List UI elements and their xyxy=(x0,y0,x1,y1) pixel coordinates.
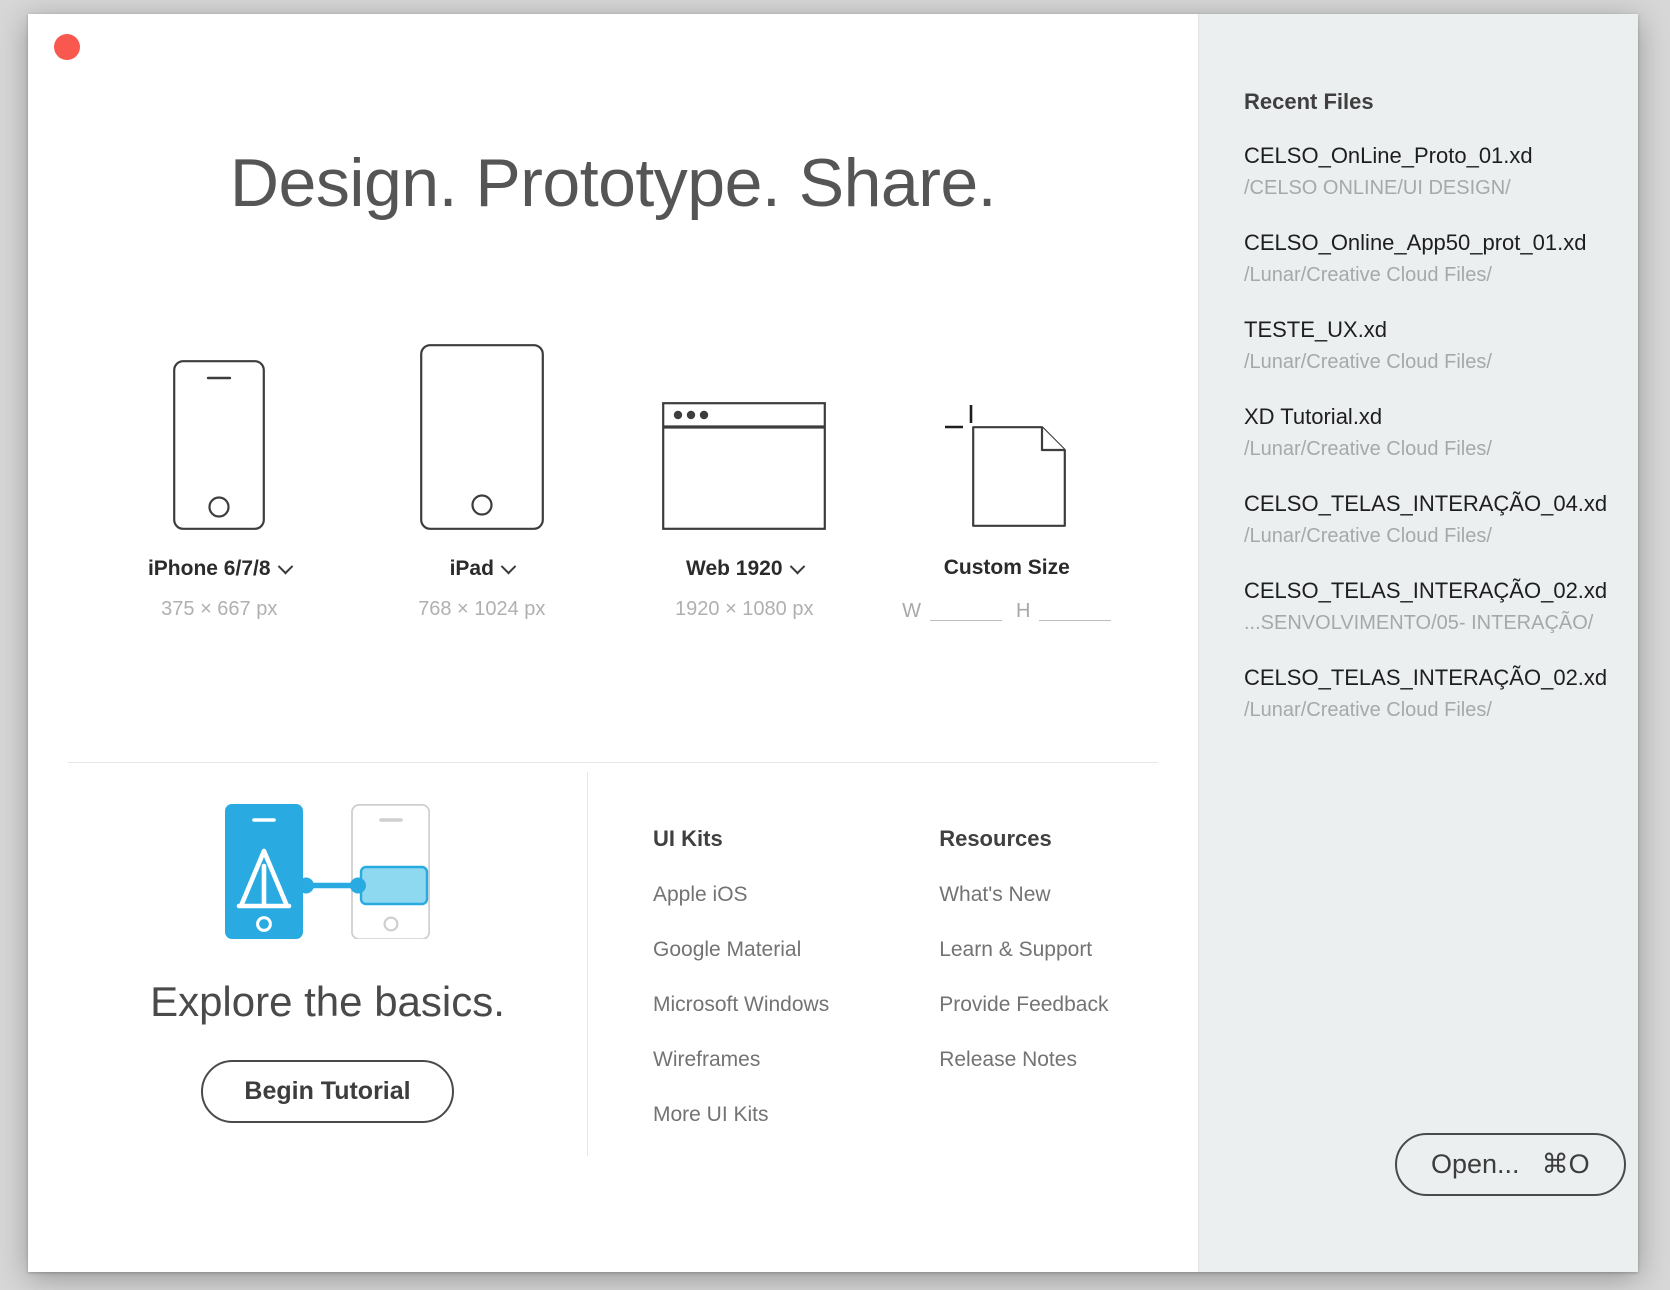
link-wireframes[interactable]: Wireframes xyxy=(653,1048,829,1072)
begin-tutorial-button[interactable]: Begin Tutorial xyxy=(201,1060,454,1123)
recent-file-path: /CELSO ONLINE/UI DESIGN/ xyxy=(1244,177,1511,199)
open-button-shortcut: ⌘O xyxy=(1541,1149,1590,1179)
recent-file-item[interactable]: CELSO_TELAS_INTERAÇÃO_02.xd ...SENVOLVIM… xyxy=(1244,578,1620,635)
preset-web-dims: 1920 × 1080 px xyxy=(675,598,814,620)
link-apple-ios[interactable]: Apple iOS xyxy=(653,883,829,907)
recent-file-name: CELSO_Online_App50_prot_01.xd xyxy=(1244,230,1587,255)
recent-file-name: TESTE_UX.xd xyxy=(1244,317,1388,342)
custom-width-group: W xyxy=(902,595,1002,621)
link-learn-support[interactable]: Learn & Support xyxy=(939,938,1108,962)
chevron-down-icon[interactable] xyxy=(500,558,517,574)
phone-icon xyxy=(173,340,266,530)
recent-file-item[interactable]: XD Tutorial.xd /Lunar/Creative Cloud Fil… xyxy=(1244,404,1620,461)
recent-file-path: /Lunar/Creative Cloud Files/ xyxy=(1244,264,1492,286)
vertical-divider xyxy=(587,772,588,1156)
preset-iphone-name: iPhone 6/7/8 xyxy=(147,557,271,580)
prototype-link-icon xyxy=(225,803,431,944)
preset-ipad[interactable]: iPad 768 × 1024 px xyxy=(351,340,614,621)
preset-web[interactable]: Web 1920 1920 × 1080 px xyxy=(613,340,876,621)
main-pane: Design. Prototype. Share. iPhone 6/7/8 3… xyxy=(28,14,1198,1272)
resources-column: Resources What's New Learn & Support Pro… xyxy=(939,826,1108,1158)
recent-file-item[interactable]: CELSO_TELAS_INTERAÇÃO_02.xd /Lunar/Creat… xyxy=(1244,665,1620,722)
recent-file-path: /Lunar/Creative Cloud Files/ xyxy=(1244,438,1492,460)
recent-files-title: Recent Files xyxy=(1244,89,1374,114)
xd-start-window: Design. Prototype. Share. iPhone 6/7/8 3… xyxy=(28,14,1638,1272)
custom-width-input[interactable] xyxy=(929,595,1002,621)
recent-file-path: ...SENVOLVIMENTO/05- INTERAÇÃO/ xyxy=(1244,612,1594,634)
browser-window-icon xyxy=(662,340,827,530)
link-google-material[interactable]: Google Material xyxy=(653,938,829,962)
custom-size-fields: W H xyxy=(902,595,1112,622)
recent-file-name: CELSO_OnLine_Proto_01.xd xyxy=(1244,143,1533,168)
preset-iphone[interactable]: iPhone 6/7/8 375 × 667 px xyxy=(88,340,351,621)
custom-width-label: W xyxy=(902,600,921,622)
preset-web-name: Web 1920 xyxy=(686,557,783,580)
resources-title: Resources xyxy=(939,826,1052,851)
recent-file-item[interactable]: CELSO_Online_App50_prot_01.xd /Lunar/Cre… xyxy=(1244,230,1620,287)
recent-file-item[interactable]: TESTE_UX.xd /Lunar/Creative Cloud Files/ xyxy=(1244,317,1620,374)
chevron-down-icon[interactable] xyxy=(789,558,805,574)
tutorial-block: Explore the basics. Begin Tutorial xyxy=(68,803,587,1123)
recent-file-name: CELSO_TELAS_INTERAÇÃO_02.xd xyxy=(1244,578,1608,603)
ui-kits-column: UI Kits Apple iOS Google Material Micros… xyxy=(653,826,829,1158)
recent-file-path: /Lunar/Creative Cloud Files/ xyxy=(1244,525,1492,547)
preset-ipad-name: iPad xyxy=(449,557,494,580)
custom-height-group: H xyxy=(1015,595,1112,622)
chevron-down-icon[interactable] xyxy=(277,558,293,574)
recent-file-item[interactable]: CELSO_OnLine_Proto_01.xd /CELSO ONLINE/U… xyxy=(1244,143,1620,200)
recent-file-item[interactable]: CELSO_TELAS_INTERAÇÃO_04.xd /Lunar/Creat… xyxy=(1244,491,1620,548)
link-whats-new[interactable]: What's New xyxy=(939,883,1108,907)
recent-files-list: CELSO_OnLine_Proto_01.xd /CELSO ONLINE/U… xyxy=(1244,143,1620,752)
recent-file-path: /Lunar/Creative Cloud Files/ xyxy=(1244,699,1492,721)
recent-files-pane: Recent Files CELSO_OnLine_Proto_01.xd /C… xyxy=(1198,14,1638,1272)
tablet-icon xyxy=(419,340,544,530)
preset-custom-size[interactable]: Custom Size W H xyxy=(876,339,1139,621)
open-button-label: Open... xyxy=(1431,1149,1520,1179)
preset-custom-name: Custom Size xyxy=(943,556,1070,579)
links-area: UI Kits Apple iOS Google Material Micros… xyxy=(653,826,1108,1158)
artboard-presets-row: iPhone 6/7/8 375 × 667 px iPad 768 × 102… xyxy=(88,339,1138,621)
preset-ipad-label[interactable]: iPad xyxy=(449,557,517,581)
custom-height-input[interactable] xyxy=(1039,595,1112,621)
recent-file-name: CELSO_TELAS_INTERAÇÃO_02.xd xyxy=(1244,665,1608,690)
custom-height-label: H xyxy=(1015,600,1031,622)
preset-custom-label: Custom Size xyxy=(944,556,1070,580)
page-title: Design. Prototype. Share. xyxy=(229,145,997,221)
custom-document-icon xyxy=(942,339,1072,529)
tutorial-heading: Explore the basics. xyxy=(150,978,505,1025)
recent-file-name: XD Tutorial.xd xyxy=(1244,404,1383,429)
close-window-button[interactable] xyxy=(54,34,80,60)
link-more-ui-kits[interactable]: More UI Kits xyxy=(653,1103,829,1127)
preset-ipad-dims: 768 × 1024 px xyxy=(418,598,546,620)
horizontal-divider xyxy=(68,762,1158,763)
link-release-notes[interactable]: Release Notes xyxy=(939,1048,1108,1072)
link-provide-feedback[interactable]: Provide Feedback xyxy=(939,993,1108,1017)
open-file-button[interactable]: Open... ⌘O xyxy=(1395,1133,1626,1196)
recent-file-name: CELSO_TELAS_INTERAÇÃO_04.xd xyxy=(1244,491,1608,516)
ui-kits-title: UI Kits xyxy=(653,826,723,851)
preset-web-label[interactable]: Web 1920 xyxy=(686,557,805,581)
link-microsoft-windows[interactable]: Microsoft Windows xyxy=(653,993,829,1017)
preset-iphone-label[interactable]: iPhone 6/7/8 xyxy=(147,557,293,581)
preset-iphone-dims: 375 × 667 px xyxy=(161,598,278,620)
recent-file-path: /Lunar/Creative Cloud Files/ xyxy=(1244,351,1492,373)
